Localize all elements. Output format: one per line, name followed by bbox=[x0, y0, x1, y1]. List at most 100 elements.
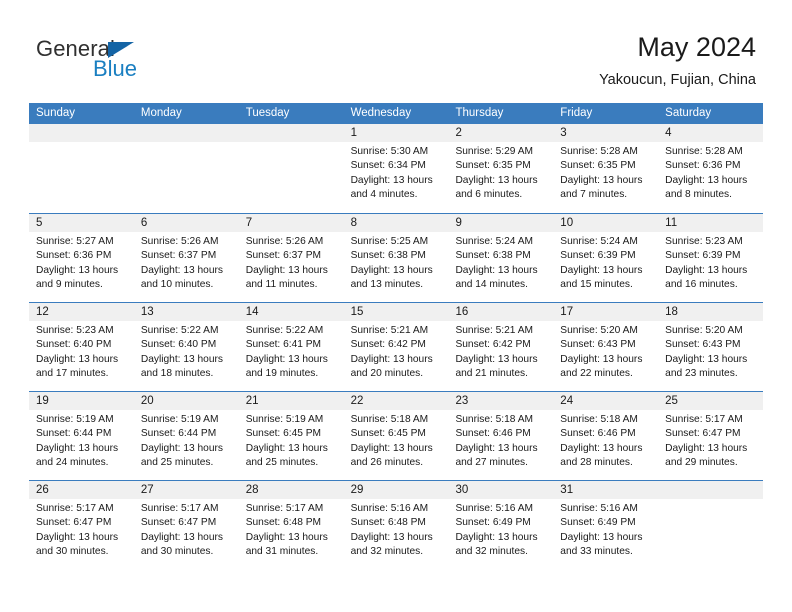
day-cell[interactable]: 4 Sunrise: 5:28 AM Sunset: 6:36 PM Daylight… bbox=[658, 124, 764, 213]
daylight-duration-line1: Daylight: 13 hours bbox=[36, 264, 119, 276]
weekday-header-saturday: Saturday bbox=[665, 107, 712, 119]
daylight-duration-line2: and 9 minutes. bbox=[36, 279, 103, 291]
daylight-duration-line1: Daylight: 13 hours bbox=[560, 264, 643, 276]
day-number-strip: 5 bbox=[29, 214, 134, 232]
day-number-strip bbox=[133, 124, 239, 142]
day-cell[interactable]: 6 Sunrise: 5:26 AM Sunset: 6:37 PM Daylight… bbox=[133, 214, 239, 302]
day-cell[interactable]: 20 Sunrise: 5:19 AM Sunset: 6:44 PM Dayligh… bbox=[133, 392, 239, 480]
day-number-strip: 1 bbox=[343, 124, 449, 142]
weekday-header-row: Sunday Monday Tuesday Wednesday Thursday Frid… bbox=[29, 103, 763, 124]
calendar-week-row: 5 Sunrise: 5:27 AM Sunset: 6:36 PM Daylight… bbox=[29, 213, 764, 302]
day-number-strip: 22 bbox=[343, 392, 449, 410]
daylight-duration-line2: and 32 minutes. bbox=[350, 546, 424, 558]
day-cell[interactable]: 9 Sunrise: 5:24 AM Sunset: 6:38 PM Daylight… bbox=[448, 214, 554, 302]
sunrise-time: Sunrise: 5:22 AM bbox=[245, 325, 324, 336]
day-number: 5 bbox=[36, 217, 43, 229]
day-number-strip: 6 bbox=[133, 214, 239, 232]
day-cell[interactable]: 29 Sunrise: 5:16 AM Sunset: 6:48 PM Dayligh… bbox=[343, 481, 449, 569]
day-cell[interactable]: 13 Sunrise: 5:22 AM Sunset: 6:40 PM Dayligh… bbox=[133, 303, 239, 391]
sunrise-time: Sunrise: 5:17 AM bbox=[140, 503, 219, 514]
day-cell[interactable]: 12 Sunrise: 5:23 AM Sunset: 6:40 PM Dayligh… bbox=[29, 303, 134, 391]
daylight-duration-line1: Daylight: 13 hours bbox=[455, 264, 538, 276]
sunset-time: Sunset: 6:39 PM bbox=[560, 250, 636, 262]
sunrise-time: Sunrise: 5:16 AM bbox=[560, 503, 638, 514]
calendar-grid: Sunday Monday Tuesday Wednesday Thursday Frid… bbox=[29, 103, 764, 569]
sunrise-time: Sunrise: 5:19 AM bbox=[245, 414, 324, 425]
day-cell[interactable]: 3 Sunrise: 5:28 AM Sunset: 6:35 PM Daylight… bbox=[553, 124, 659, 213]
day-details: Sunrise: 5:23 AM Sunset: 6:39 PM Daylight:… bbox=[658, 232, 763, 293]
day-cell[interactable]: 17 Sunrise: 5:20 AM Sunset: 6:43 PM Dayligh… bbox=[553, 303, 659, 391]
day-number-strip: 16 bbox=[448, 303, 554, 321]
day-cell[interactable]: 8 Sunrise: 5:25 AM Sunset: 6:38 PM Daylight… bbox=[343, 214, 449, 302]
day-cell-empty bbox=[29, 124, 134, 213]
page-subtitle-location: Yakoucun, Fujian, China bbox=[599, 72, 756, 88]
calendar-week-row: 26 Sunrise: 5:17 AM Sunset: 6:47 PM Dayligh… bbox=[29, 480, 764, 569]
day-details: Sunrise: 5:18 AM Sunset: 6:46 PM Daylight:… bbox=[448, 410, 553, 471]
day-cell[interactable]: 22 Sunrise: 5:18 AM Sunset: 6:45 PM Dayligh… bbox=[343, 392, 449, 480]
day-cell[interactable]: 11 Sunrise: 5:23 AM Sunset: 6:39 PM Dayligh… bbox=[658, 214, 764, 302]
day-cell[interactable]: 21 Sunrise: 5:19 AM Sunset: 6:45 PM Dayligh… bbox=[238, 392, 344, 480]
day-cell[interactable]: 10 Sunrise: 5:24 AM Sunset: 6:39 PM Dayligh… bbox=[553, 214, 659, 302]
sunrise-time: Sunrise: 5:21 AM bbox=[350, 325, 429, 336]
daylight-duration-line2: and 31 minutes. bbox=[245, 546, 319, 558]
day-cell[interactable]: 5 Sunrise: 5:27 AM Sunset: 6:36 PM Daylight… bbox=[29, 214, 134, 302]
day-number: 18 bbox=[665, 306, 678, 318]
day-cell[interactable]: 27 Sunrise: 5:17 AM Sunset: 6:47 PM Dayligh… bbox=[133, 481, 239, 569]
day-cell[interactable]: 24 Sunrise: 5:18 AM Sunset: 6:46 PM Dayligh… bbox=[553, 392, 659, 480]
day-details: Sunrise: 5:30 AM Sunset: 6:34 PM Daylight:… bbox=[344, 142, 449, 203]
day-number: 6 bbox=[140, 217, 148, 229]
day-cell[interactable]: 18 Sunrise: 5:20 AM Sunset: 6:43 PM Dayligh… bbox=[658, 303, 764, 391]
day-number-strip: 13 bbox=[133, 303, 239, 321]
day-number-strip: 7 bbox=[238, 214, 344, 232]
daylight-duration-line2: and 24 minutes. bbox=[36, 457, 109, 469]
sunrise-time: Sunrise: 5:24 AM bbox=[455, 236, 534, 247]
day-number: 31 bbox=[560, 484, 574, 496]
sunset-time: Sunset: 6:46 PM bbox=[560, 428, 636, 440]
day-cell[interactable]: 14 Sunrise: 5:22 AM Sunset: 6:41 PM Dayligh… bbox=[238, 303, 344, 391]
day-cell[interactable]: 19 Sunrise: 5:19 AM Sunset: 6:44 PM Dayligh… bbox=[29, 392, 134, 480]
sunrise-time: Sunrise: 5:23 AM bbox=[665, 236, 743, 247]
day-number-strip: 24 bbox=[553, 392, 659, 410]
daylight-duration-line1: Daylight: 13 hours bbox=[455, 174, 538, 186]
day-cell[interactable]: 25 Sunrise: 5:17 AM Sunset: 6:47 PM Dayligh… bbox=[658, 392, 764, 480]
day-cell[interactable]: 16 Sunrise: 5:21 AM Sunset: 6:42 PM Dayligh… bbox=[448, 303, 554, 391]
day-number: 15 bbox=[350, 306, 364, 318]
day-details: Sunrise: 5:29 AM Sunset: 6:35 PM Daylight:… bbox=[448, 142, 553, 203]
day-cell[interactable]: 31 Sunrise: 5:16 AM Sunset: 6:49 PM Dayligh… bbox=[553, 481, 659, 569]
day-details: Sunrise: 5:20 AM Sunset: 6:43 PM Daylight:… bbox=[658, 321, 763, 382]
day-details: Sunrise: 5:28 AM Sunset: 6:35 PM Daylight:… bbox=[553, 142, 658, 203]
daylight-duration-line2: and 32 minutes. bbox=[455, 546, 528, 558]
weekday-header-tuesday: Tuesday bbox=[245, 107, 290, 119]
daylight-duration-line2: and 16 minutes. bbox=[665, 279, 738, 291]
sunset-time: Sunset: 6:42 PM bbox=[455, 339, 531, 351]
daylight-duration-line2: and 20 minutes. bbox=[350, 368, 424, 380]
day-number: 16 bbox=[455, 306, 469, 318]
day-cell[interactable]: 28 Sunrise: 5:17 AM Sunset: 6:48 PM Dayligh… bbox=[238, 481, 344, 569]
sunset-time: Sunset: 6:41 PM bbox=[245, 339, 322, 351]
day-details: Sunrise: 5:17 AM Sunset: 6:47 PM Daylight:… bbox=[134, 499, 239, 560]
day-cell[interactable]: 1 Sunrise: 5:30 AM Sunset: 6:34 PM Daylight… bbox=[343, 124, 449, 213]
day-details: Sunrise: 5:19 AM Sunset: 6:45 PM Daylight:… bbox=[239, 410, 344, 471]
day-number: 2 bbox=[455, 127, 462, 139]
day-number: 3 bbox=[560, 127, 567, 139]
day-number: 28 bbox=[245, 484, 259, 496]
day-cell[interactable]: 23 Sunrise: 5:18 AM Sunset: 6:46 PM Dayligh… bbox=[448, 392, 554, 480]
day-cell[interactable]: 30 Sunrise: 5:16 AM Sunset: 6:49 PM Dayligh… bbox=[448, 481, 554, 569]
day-number-strip: 14 bbox=[238, 303, 344, 321]
daylight-duration-line2: and 7 minutes. bbox=[560, 189, 628, 201]
day-number-strip: 29 bbox=[343, 481, 449, 499]
sunset-time: Sunset: 6:40 PM bbox=[140, 339, 217, 351]
daylight-duration-line1: Daylight: 13 hours bbox=[245, 442, 328, 454]
daylight-duration-line1: Daylight: 13 hours bbox=[36, 531, 119, 543]
day-number-strip: 17 bbox=[553, 303, 659, 321]
daylight-duration-line1: Daylight: 13 hours bbox=[350, 264, 433, 276]
sunset-time: Sunset: 6:37 PM bbox=[245, 250, 322, 262]
daylight-duration-line1: Daylight: 13 hours bbox=[560, 353, 643, 365]
day-cell[interactable]: 26 Sunrise: 5:17 AM Sunset: 6:47 PM Dayligh… bbox=[29, 481, 134, 569]
day-number: 21 bbox=[245, 395, 259, 407]
day-number-strip: 28 bbox=[238, 481, 344, 499]
day-cell[interactable]: 7 Sunrise: 5:26 AM Sunset: 6:37 PM Daylight… bbox=[238, 214, 344, 302]
day-cell[interactable]: 15 Sunrise: 5:21 AM Sunset: 6:42 PM Dayligh… bbox=[343, 303, 449, 391]
general-blue-logo[interactable]: General Blue bbox=[36, 36, 236, 86]
day-cell[interactable]: 2 Sunrise: 5:29 AM Sunset: 6:35 PM Daylight… bbox=[448, 124, 554, 213]
